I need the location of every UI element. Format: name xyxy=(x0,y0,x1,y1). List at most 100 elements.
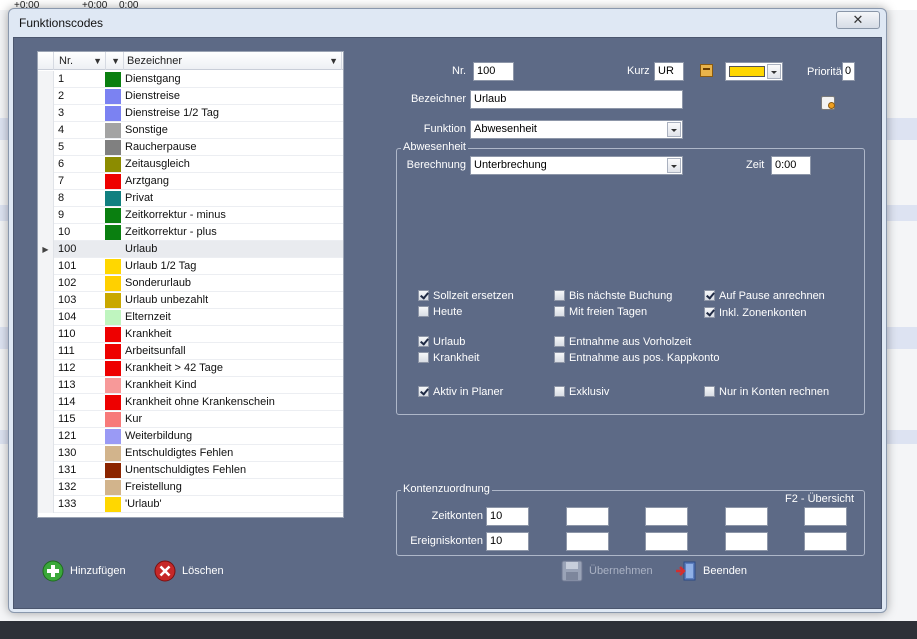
filter-icon[interactable]: ▼ xyxy=(329,52,338,70)
checkbox-box[interactable] xyxy=(418,290,429,301)
ereigniskonto-input-2[interactable] xyxy=(566,532,609,551)
list-item-name: Raucherpause xyxy=(125,141,197,153)
checkbox-box[interactable] xyxy=(418,352,429,363)
row-indicator xyxy=(38,207,54,224)
prioritaet-input[interactable]: 0 xyxy=(842,62,855,81)
list-item[interactable]: 110 Krankheit xyxy=(38,326,343,343)
ereigniskonto-input-3[interactable] xyxy=(645,532,688,551)
column-header-color[interactable]: ▼ xyxy=(106,52,124,70)
list-item[interactable]: 133 'Urlaub' xyxy=(38,496,343,513)
filter-icon[interactable]: ▼ xyxy=(93,52,102,70)
checkbox-box[interactable] xyxy=(554,352,565,363)
list-item[interactable]: 102 Sonderurlaub xyxy=(38,275,343,292)
color-swatch xyxy=(105,106,121,121)
list-item[interactable]: 7 Arztgang xyxy=(38,173,343,190)
list-item[interactable]: 9 Zeitkorrektur - minus xyxy=(38,207,343,224)
function-code-list[interactable]: Nr. ▼ ▼ Bezeichner ▼ 1 Dienstgang 2 Dienstr… xyxy=(37,51,344,518)
list-item[interactable]: 132 Freistellung xyxy=(38,479,343,496)
list-item[interactable]: 5 Raucherpause xyxy=(38,139,343,156)
row-indicator xyxy=(38,326,54,343)
close-window-button[interactable]: ✕ xyxy=(836,11,880,29)
title-bar[interactable]: Funktionscodes ✕ xyxy=(9,9,886,37)
checkbox-box[interactable] xyxy=(418,336,429,347)
list-item-name: Dienstreise xyxy=(125,90,181,102)
list-item[interactable]: 114 Krankheit ohne Krankenschein xyxy=(38,394,343,411)
column-header-bezeichner[interactable]: Bezeichner ▼ xyxy=(124,52,342,70)
bezeichner-input[interactable]: Urlaub xyxy=(470,90,683,109)
list-item-nr: 5 xyxy=(58,141,65,153)
list-item-name: Entschuldigtes Fehlen xyxy=(125,447,234,459)
funktion-select[interactable]: Abwesenheit xyxy=(470,120,683,139)
zeitkonto-input-1[interactable]: 10 xyxy=(486,507,529,526)
list-item-nr: 130 xyxy=(58,447,77,459)
checkbox-box[interactable] xyxy=(554,290,565,301)
zeitkonto-input-4[interactable] xyxy=(725,507,768,526)
list-item-name: Arztgang xyxy=(125,175,170,187)
close-button[interactable]: Beenden xyxy=(675,560,765,584)
checkbox-box[interactable] xyxy=(554,386,565,397)
color-swatch xyxy=(105,344,121,359)
row-indicator xyxy=(38,343,54,360)
checkbox-box[interactable] xyxy=(554,336,565,347)
add-button[interactable]: Hinzufügen xyxy=(42,560,142,584)
checkbox-label: Aktiv in Planer xyxy=(433,386,504,398)
list-item[interactable]: 2 Dienstreise xyxy=(38,88,343,105)
delete-button[interactable]: Löschen xyxy=(154,560,244,584)
checkbox-box[interactable] xyxy=(554,306,565,317)
berechnung-select[interactable]: Unterbrechung xyxy=(470,156,683,175)
checkbox-box[interactable] xyxy=(704,307,715,318)
color-swatch xyxy=(105,429,121,444)
column-header-nr[interactable]: Nr. ▼ xyxy=(54,52,106,70)
chevron-down-icon[interactable] xyxy=(767,64,781,79)
list-item-name: Freistellung xyxy=(125,481,182,493)
plus-icon xyxy=(42,560,64,582)
color-swatch xyxy=(105,157,121,172)
list-item[interactable]: 112 Krankheit > 42 Tage xyxy=(38,360,343,377)
color-picker-icon[interactable] xyxy=(700,64,713,77)
list-item[interactable]: 4 Sonstige xyxy=(38,122,343,139)
list-item[interactable]: 130 Entschuldigtes Fehlen xyxy=(38,445,343,462)
list-item[interactable]: 104 Elternzeit xyxy=(38,309,343,326)
row-indicator xyxy=(38,462,54,479)
zeit-input[interactable]: 0:00 xyxy=(771,156,811,175)
list-item[interactable]: 113 Krankheit Kind xyxy=(38,377,343,394)
filter-icon[interactable]: ▼ xyxy=(111,52,120,70)
list-item[interactable]: 111 Arbeitsunfall xyxy=(38,343,343,360)
checkbox-label: Nur in Konten rechnen xyxy=(719,386,830,398)
color-swatch xyxy=(105,463,121,478)
list-item[interactable]: 1 Dienstgang xyxy=(38,71,343,88)
uebersicht-hint: F2 - Übersicht xyxy=(785,493,855,505)
checkbox-box[interactable] xyxy=(418,306,429,317)
list-item[interactable]: 10 Zeitkorrektur - plus xyxy=(38,224,343,241)
ereigniskonto-input-5[interactable] xyxy=(804,532,847,551)
list-item[interactable]: 103 Urlaub unbezahlt xyxy=(38,292,343,309)
zeitkonto-input-3[interactable] xyxy=(645,507,688,526)
color-select[interactable] xyxy=(725,62,783,81)
kurz-input[interactable]: UR xyxy=(654,62,684,81)
checkbox-box[interactable] xyxy=(418,386,429,397)
chevron-down-icon[interactable] xyxy=(667,122,681,137)
list-item[interactable]: ▶ 100 Urlaub xyxy=(38,241,343,258)
color-swatch xyxy=(105,327,121,342)
schedule-icon[interactable] xyxy=(821,96,835,110)
column-header-nr-label: Nr. xyxy=(59,55,74,67)
nr-input[interactable]: 100 xyxy=(473,62,514,81)
zeitkonto-input-5[interactable] xyxy=(804,507,847,526)
list-item[interactable]: 121 Weiterbildung xyxy=(38,428,343,445)
chevron-down-icon[interactable] xyxy=(667,158,681,173)
row-indicator xyxy=(38,496,54,513)
checkbox-box[interactable] xyxy=(704,290,715,301)
list-item[interactable]: 6 Zeitausgleich xyxy=(38,156,343,173)
list-item[interactable]: 101 Urlaub 1/2 Tag xyxy=(38,258,343,275)
list-item[interactable]: 8 Privat xyxy=(38,190,343,207)
list-item[interactable]: 3 Dienstreise 1/2 Tag xyxy=(38,105,343,122)
zeitkonto-input-2[interactable] xyxy=(566,507,609,526)
ereigniskonto-input-4[interactable] xyxy=(725,532,768,551)
checkbox-box[interactable] xyxy=(704,386,715,397)
list-item[interactable]: 115 Kur xyxy=(38,411,343,428)
color-swatch xyxy=(105,225,121,240)
apply-button[interactable]: Übernehmen xyxy=(561,560,661,584)
list-item[interactable]: 131 Unentschuldigtes Fehlen xyxy=(38,462,343,479)
ereigniskonto-input-1[interactable]: 10 xyxy=(486,532,529,551)
list-item-name: Krankheit xyxy=(125,328,172,340)
